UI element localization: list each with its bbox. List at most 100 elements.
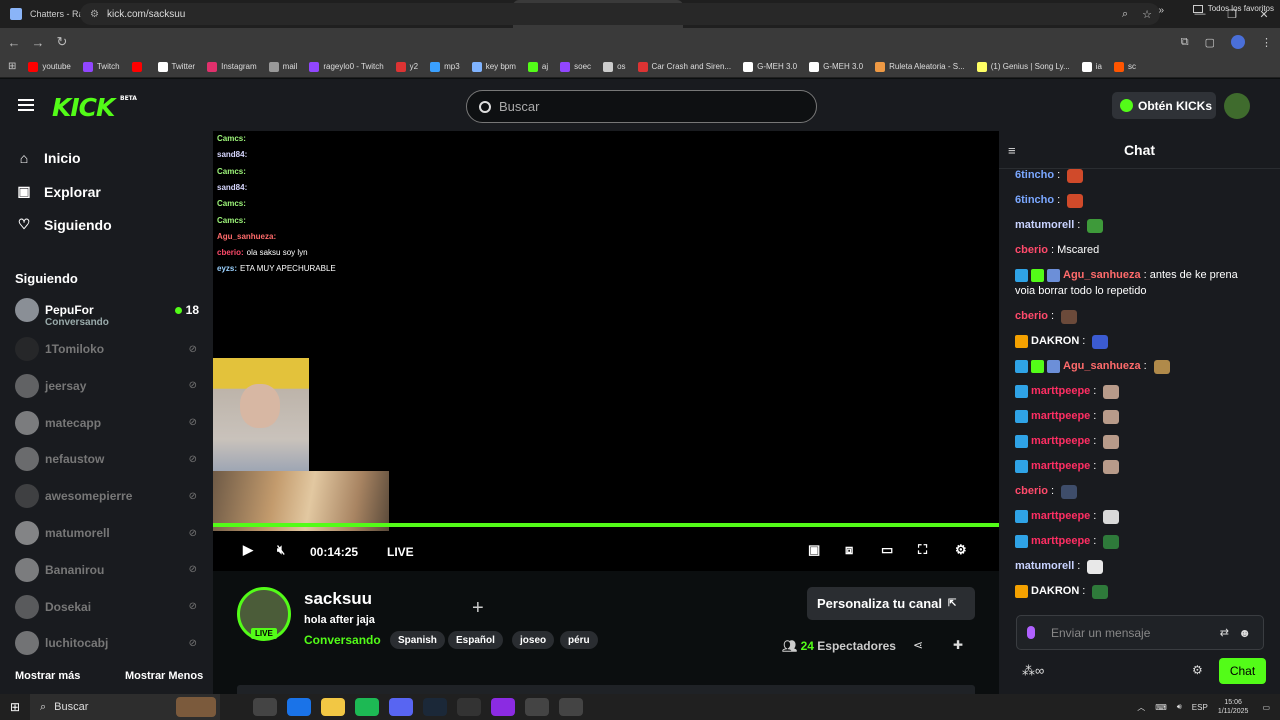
search-input[interactable]: Buscar — [466, 90, 817, 123]
progress-bar[interactable] — [213, 523, 999, 527]
customize-channel-button[interactable]: Personaliza tu canal ⇱ — [807, 587, 975, 620]
bookmark-item[interactable]: mp3 — [430, 61, 460, 72]
chat-username[interactable]: 6tincho — [1015, 168, 1054, 183]
bookmark-item[interactable]: sc — [1113, 61, 1136, 72]
sidebar-channel[interactable]: matumorell ⊘ — [15, 520, 205, 546]
chat-input[interactable]: Enviar un mensaje ⇄ ☻ — [1016, 615, 1264, 650]
bookmark-item[interactable]: mail — [268, 61, 297, 72]
bookmark-item[interactable]: Twitch — [82, 61, 120, 72]
fullscreen-icon[interactable]: ⛶ — [918, 542, 927, 558]
sidebar-channel[interactable]: luchitocabj ⊘ — [15, 630, 205, 656]
emote-picker-icon[interactable]: ☻ — [1238, 626, 1251, 640]
sidebar-channel[interactable]: matecapp ⊘ — [15, 410, 205, 436]
menu-dots-icon[interactable]: ⋮ — [1261, 36, 1272, 49]
bookmark-item[interactable]: Ruleta Aleatoria - S... — [875, 61, 965, 72]
chat-username[interactable]: marttpeepe — [1031, 409, 1090, 424]
nav-inicio[interactable]: ⌂ Inicio — [16, 150, 81, 166]
reload-icon[interactable]: ↻ — [50, 34, 74, 50]
translate-icon[interactable]: ⇄ — [1220, 626, 1229, 639]
extensions-icon[interactable]: ⧉ — [1181, 36, 1189, 49]
forward-icon[interactable]: → — [26, 35, 50, 50]
sidebar-channel[interactable]: Dosekai ⊘ — [15, 594, 205, 620]
bookmark-item[interactable]: key bpm — [471, 61, 516, 72]
chat-username[interactable]: 6tincho — [1015, 193, 1054, 208]
media-icon[interactable] — [457, 698, 481, 716]
bookmark-item[interactable]: G-MEH 3.0 — [743, 61, 797, 72]
show-less-button[interactable]: Mostrar Menos — [125, 670, 203, 682]
chat-username[interactable]: marttpeepe — [1031, 434, 1090, 449]
chat-username[interactable]: cberio — [1015, 243, 1048, 258]
explorer-icon[interactable] — [321, 698, 345, 716]
discord-icon[interactable] — [389, 698, 413, 716]
settings-icon[interactable]: ⚙ — [955, 542, 967, 558]
bookmark-item[interactable]: Instagram — [207, 61, 257, 72]
play-icon[interactable]: ▶ — [243, 542, 253, 558]
tray-overflow-icon[interactable]: ︿ — [1137, 702, 1145, 713]
hamburger-menu-icon[interactable] — [18, 99, 34, 111]
network-icon[interactable]: ⌨ — [1155, 703, 1167, 712]
share-icon[interactable]: ⋖ — [913, 638, 923, 652]
bookmark-item[interactable]: soec — [560, 61, 591, 72]
kick-logo[interactable]: KICK BETA — [52, 93, 137, 122]
app-c-icon[interactable] — [491, 698, 515, 716]
sidebar-channel[interactable]: jeersay ⊘ — [15, 373, 205, 399]
nav-explorar[interactable]: ▣ Explorar — [16, 183, 100, 200]
bookmark-item[interactable]: Car Crash and Siren... — [637, 61, 731, 72]
bookmark-item[interactable]: ia — [1081, 61, 1102, 72]
chat-username[interactable]: Agu_sanhueza — [1063, 268, 1141, 283]
bookmark-item[interactable]: G-MEH 3.0 — [809, 61, 863, 72]
chrome-icon[interactable] — [287, 698, 311, 716]
sidebar-channel[interactable]: nefaustow ⊘ — [15, 446, 205, 472]
bookmark-item[interactable]: os — [603, 61, 626, 72]
stream-tag[interactable]: péru — [560, 631, 598, 649]
all-bookmarks-folder[interactable]: Todos los favoritos — [1192, 4, 1274, 13]
app-d-icon[interactable] — [525, 698, 549, 716]
chat-username[interactable]: cberio — [1015, 309, 1048, 324]
follow-user-icon[interactable]: ✚ — [953, 638, 963, 652]
bookmark-item[interactable]: youtube — [28, 61, 71, 72]
kicks-points-icon[interactable]: ⁂∞ — [1022, 663, 1044, 679]
chat-username[interactable]: DAKRON — [1031, 334, 1079, 349]
taskbar-search[interactable]: ⌕ Buscar — [30, 694, 220, 720]
stream-tag[interactable]: joseo — [512, 631, 555, 649]
zoom-icon[interactable]: ⌕ — [1122, 8, 1128, 21]
url-field[interactable]: ⚙ kick.com/sacksuu — [80, 3, 1160, 25]
add-icon[interactable]: + — [472, 597, 484, 620]
chat-settings-icon[interactable]: ⚙ — [1192, 663, 1203, 677]
miniplayer-icon[interactable]: ▣ — [808, 542, 820, 558]
bookmark-item[interactable]: rageylo0 - Twitch — [309, 61, 384, 72]
user-avatar[interactable] — [1224, 93, 1250, 119]
microphone-icon[interactable] — [1027, 626, 1035, 639]
back-icon[interactable]: ← — [2, 35, 26, 50]
notifications-icon[interactable]: ▭ — [1262, 703, 1270, 712]
windows-start-icon[interactable]: ⊞ — [0, 700, 30, 714]
bookmarks-overflow-icon[interactable]: » — [1158, 5, 1164, 16]
send-chat-button[interactable]: Chat — [1219, 658, 1266, 684]
chat-username[interactable]: matumorell — [1015, 218, 1074, 233]
chat-username[interactable]: DAKRON — [1031, 584, 1079, 599]
bookmark-item[interactable] — [131, 61, 146, 72]
task-view-icon[interactable] — [253, 698, 277, 716]
show-more-button[interactable]: Mostrar más — [15, 670, 80, 682]
clock[interactable]: 15:06 1/11/2025 — [1218, 698, 1249, 716]
app-e-icon[interactable] — [559, 698, 583, 716]
collapse-chat-icon[interactable]: ≡ — [1008, 143, 1016, 158]
volume-icon[interactable]: 🔊︎ — [1177, 702, 1182, 712]
steam-icon[interactable] — [423, 698, 447, 716]
stream-tag[interactable]: Español — [448, 631, 503, 649]
chat-username[interactable]: marttpeepe — [1031, 534, 1090, 549]
bookmark-item[interactable]: (1) Genius | Song Ly... — [976, 61, 1070, 72]
sidebar-channel-pepufor[interactable]: PepuFor Conversando 18 — [15, 297, 205, 328]
theater-mode-icon[interactable]: ▭ — [881, 542, 893, 558]
streamer-name[interactable]: sacksuu — [304, 589, 372, 609]
site-info-icon[interactable]: ⚙ — [90, 9, 99, 20]
stream-tag[interactable]: Spanish — [390, 631, 445, 649]
chat-username[interactable]: marttpeepe — [1031, 509, 1090, 524]
nav-siguiendo[interactable]: ♡ Siguiendo — [16, 216, 112, 233]
chat-username[interactable]: marttpeepe — [1031, 459, 1090, 474]
tab-search-icon[interactable]: ▢ — [1205, 36, 1215, 49]
clip-icon[interactable]: ⧈ — [845, 542, 853, 558]
bookmark-star-icon[interactable]: ☆ — [1142, 8, 1152, 21]
sidebar-channel[interactable]: awesomepierre ⊘ — [15, 483, 205, 509]
bookmark-item[interactable]: Twitter — [157, 61, 195, 72]
